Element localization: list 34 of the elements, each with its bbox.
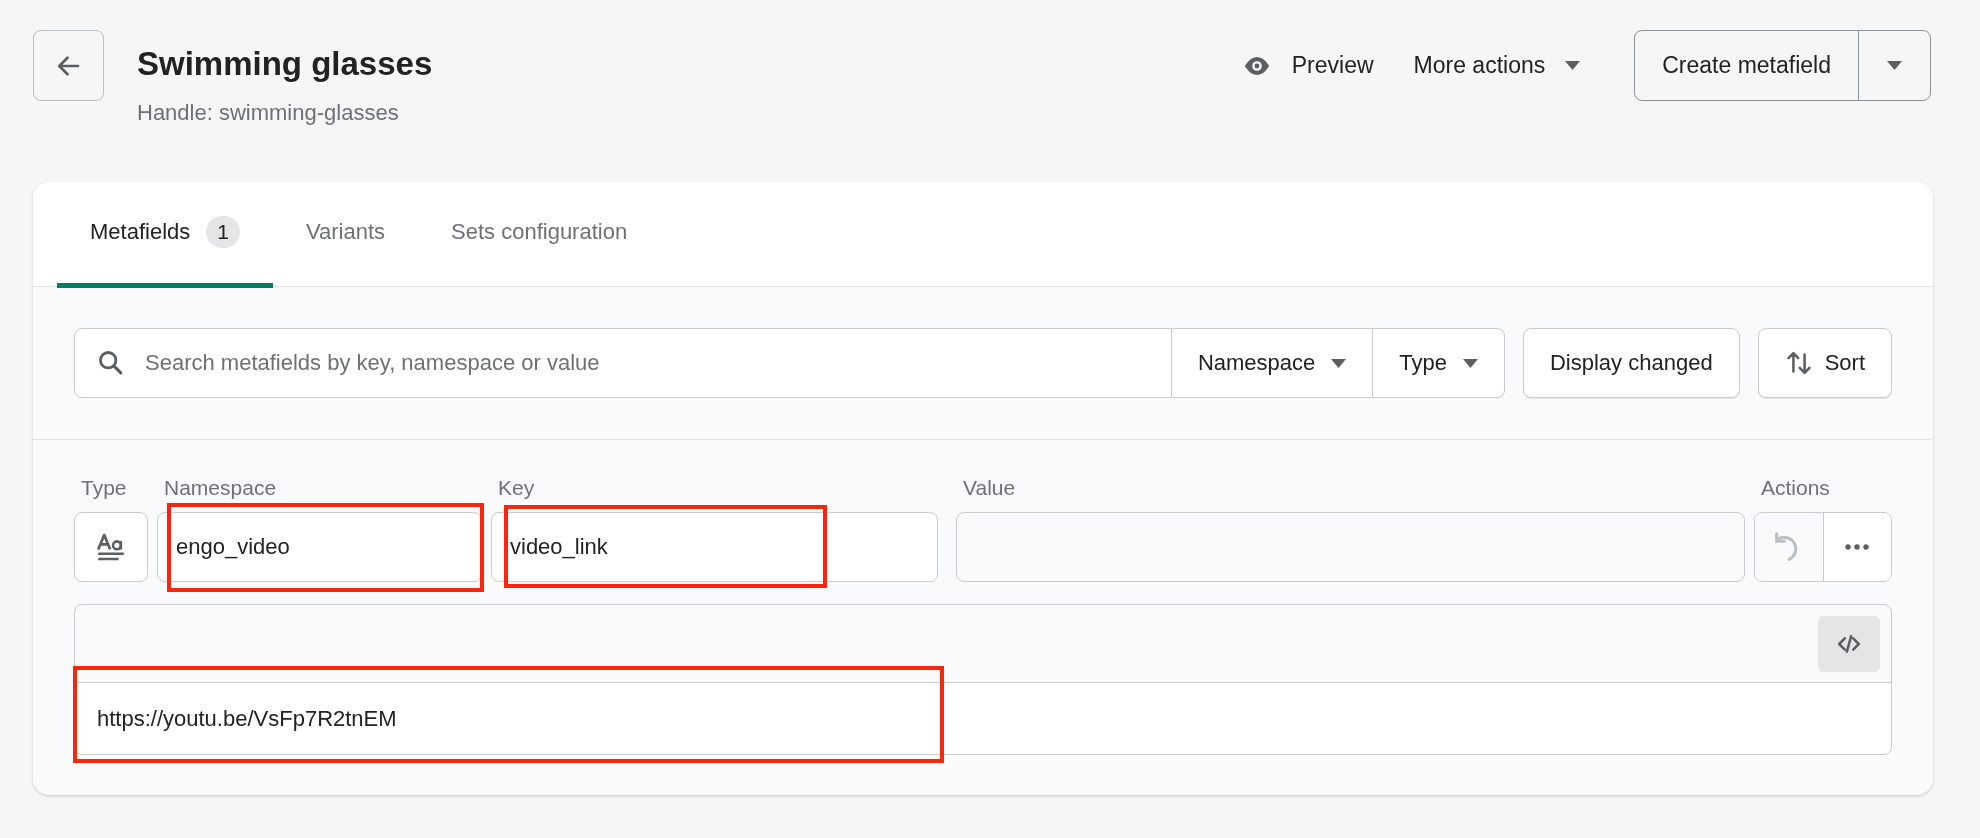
tab[interactable]: Metafields 1 — [57, 182, 273, 288]
handle-text: Handle: swimming-glasses — [137, 100, 400, 126]
search-input[interactable]: Search metafields by key, namespace or value — [143, 349, 1171, 377]
column-label: Actions — [1760, 476, 1831, 501]
sort-button[interactable]: Sort — [1757, 328, 1892, 398]
code-view-button[interactable] — [1818, 615, 1880, 672]
column-label: Type — [80, 476, 128, 501]
caret-icon — [1331, 358, 1347, 368]
caret-icon — [1565, 61, 1581, 70]
tab[interactable]: Variants — [272, 182, 419, 288]
search-field[interactable]: Search metafields by key, namespace or value — [74, 328, 1172, 398]
filter-dropdown[interactable]: Namespace — [1171, 328, 1374, 398]
search-icon — [97, 349, 125, 377]
type-button[interactable] — [74, 512, 148, 582]
tab[interactable]: Sets configuration — [418, 182, 661, 288]
value-text[interactable]: https://youtu.be/VsFp7R2tnEM — [97, 705, 397, 732]
caret-icon — [1887, 61, 1902, 70]
display-changed-button[interactable]: Display changed — [1522, 328, 1740, 398]
preview-button[interactable]: Preview — [1241, 30, 1374, 101]
key-field[interactable]: video_link — [491, 512, 938, 582]
caret-icon — [1462, 358, 1478, 368]
column-label: Value — [962, 476, 1017, 501]
page-title: Swimming glasses — [137, 44, 433, 84]
column-label: Key — [497, 476, 536, 501]
more-button[interactable] — [1823, 513, 1891, 581]
namespace-field[interactable]: engo_video — [157, 512, 482, 582]
filter-dropdown[interactable]: Type — [1373, 328, 1505, 398]
more-actions-button[interactable]: More actions — [1413, 30, 1581, 101]
column-label: Namespace — [163, 476, 278, 501]
count-badge: 1 — [206, 216, 240, 249]
back-button[interactable] — [33, 30, 104, 101]
sort-arrows-icon — [1784, 349, 1813, 377]
ellipsis-icon — [1845, 544, 1870, 550]
value-field[interactable] — [956, 512, 1745, 582]
